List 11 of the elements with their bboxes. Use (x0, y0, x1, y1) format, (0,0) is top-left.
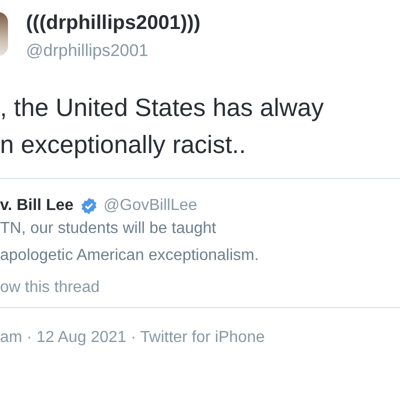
author-name: (((drphillips2001))) (26, 12, 200, 35)
quoted-author-name: v. Bill Lee (0, 197, 74, 215)
tweet-text: , the United States has alway (0, 93, 325, 124)
tweet-text: n exceptionally racist.. (0, 130, 247, 161)
quoted-tweet-text: apologetic American exceptionalism. (0, 246, 260, 266)
avatar[interactable] (0, 12, 8, 56)
quoted-tweet-text: TN, our students will be taught (0, 219, 218, 239)
quoted-author-handle: @GovBillLee (104, 197, 198, 215)
show-thread-link[interactable]: ow this thread (0, 279, 400, 297)
tweet-timestamp: am · 12 Aug 2021 · Twitter for iPhone (0, 329, 266, 347)
author-handle: @drphillips2001 (26, 41, 150, 61)
